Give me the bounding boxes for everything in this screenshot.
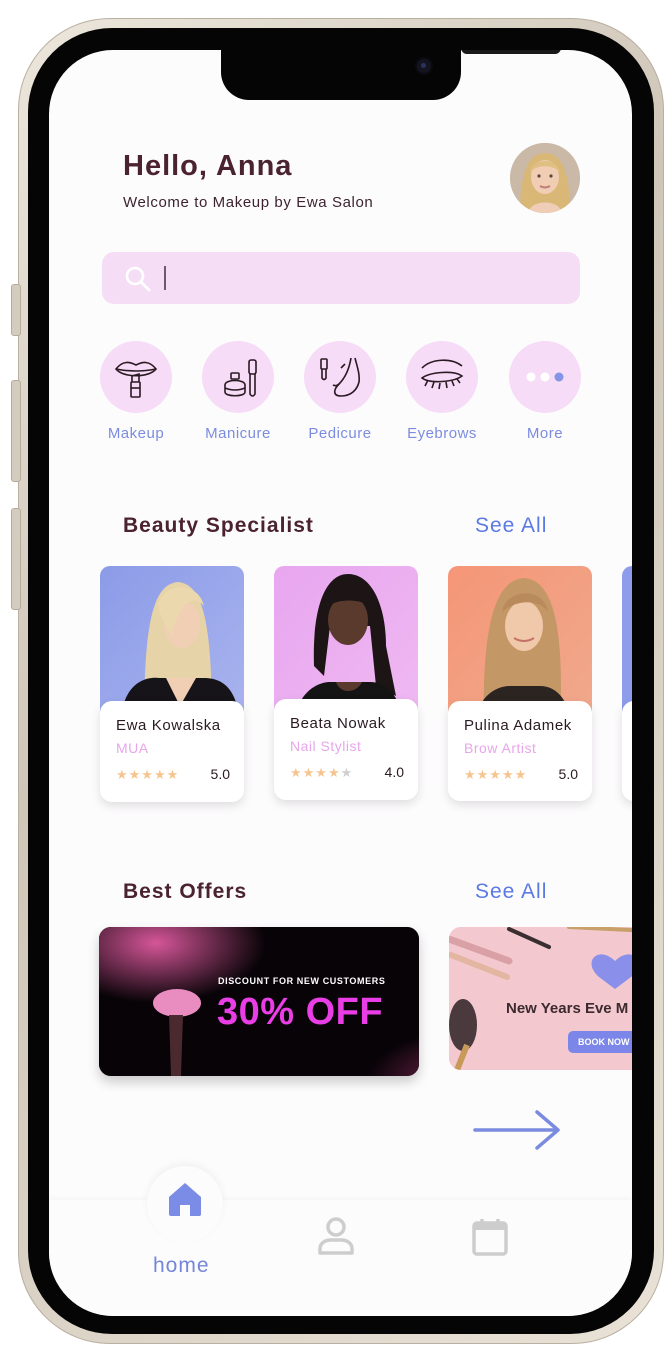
rating-value: 4.0 — [384, 764, 404, 780]
volume-down-button — [11, 508, 21, 610]
foot-icon — [320, 357, 360, 397]
section-title-offers: Best Offers — [123, 880, 248, 903]
specialist-card[interactable]: Ewa Kowalska MUA ★★★★★ 5.0 — [100, 566, 244, 802]
offer-headline: New Years Eve M — [506, 1000, 629, 1017]
specialist-role: Nail Stylist — [290, 738, 362, 754]
mute-switch — [11, 284, 21, 336]
notch — [221, 50, 561, 100]
book-now-button[interactable]: BOOK NOW — [568, 1031, 632, 1053]
camera — [417, 59, 431, 73]
see-all-offers-link[interactable]: See All — [475, 880, 547, 904]
specialist-card-partial[interactable] — [622, 566, 632, 802]
category-makeup[interactable]: Makeup — [100, 341, 172, 442]
category-manicure[interactable]: Manicure — [202, 341, 274, 442]
specialist-role: Brow Artist — [464, 740, 537, 756]
arrow-right-icon[interactable] — [473, 1108, 563, 1152]
rating-stars: ★★★★★ — [290, 765, 354, 780]
lips-lipstick-icon — [114, 361, 158, 398]
home-icon[interactable] — [166, 1180, 204, 1218]
calendar-icon[interactable] — [471, 1217, 509, 1257]
home-tab-label[interactable]: home — [153, 1254, 210, 1278]
specialist-name: Ewa Kowalska — [116, 717, 221, 734]
category-pedicure[interactable]: Pedicure — [304, 341, 376, 442]
offer-subtitle: DISCOUNT FOR NEW CUSTOMERS — [218, 976, 386, 986]
specialist-name: Pulina Adamek — [464, 717, 572, 734]
specialist-info: Beata Nowak Nail Stylist ★★★★★ 4.0 — [274, 699, 418, 800]
more-dots-icon — [526, 372, 564, 382]
user-icon[interactable] — [317, 1216, 355, 1256]
volume-up-button — [11, 380, 21, 482]
rating-value: 5.0 — [558, 766, 578, 782]
welcome-subtitle: Welcome to Makeup by Ewa Salon — [123, 194, 374, 211]
specialist-card[interactable]: Beata Nowak Nail Stylist ★★★★★ 4.0 — [274, 566, 418, 802]
specialist-info: Pulina Adamek Brow Artist ★★★★★ 5.0 — [448, 701, 592, 801]
category-label: Eyebrows — [407, 425, 477, 442]
specialist-card[interactable]: Pulina Adamek Brow Artist ★★★★★ 5.0 — [448, 566, 592, 802]
offer-card-discount[interactable]: DISCOUNT FOR NEW CUSTOMERS 30% OFF — [99, 927, 419, 1076]
see-all-specialists-link[interactable]: See All — [475, 514, 547, 538]
category-label: Makeup — [107, 425, 165, 442]
search-bar[interactable] — [102, 252, 580, 304]
specialist-info: Ewa Kowalska MUA ★★★★★ 5.0 — [100, 701, 244, 802]
app-screen: Hello, Anna Welcome to Makeup by Ewa Sal… — [49, 50, 632, 1316]
rating-stars: ★★★★★ — [116, 767, 180, 782]
category-eyebrows[interactable]: Eyebrows — [406, 341, 478, 442]
category-label: Manicure — [205, 425, 271, 442]
offer-card-new-years[interactable]: New Years Eve M BOOK NOW — [449, 927, 632, 1070]
nail-polish-icon — [224, 359, 257, 397]
search-icon — [125, 266, 151, 292]
category-label: Pedicure — [308, 425, 372, 442]
category-more[interactable]: More — [509, 341, 581, 442]
speaker — [461, 50, 561, 54]
greeting-title: Hello, Anna — [123, 150, 293, 182]
rating-stars: ★★★★★ — [464, 767, 528, 782]
section-title-specialists: Beauty Specialist — [123, 514, 314, 537]
offer-headline: 30% OFF — [217, 991, 384, 1033]
eye-lashes-icon — [420, 359, 464, 390]
category-label: More — [526, 425, 564, 442]
specialist-role: MUA — [116, 740, 149, 756]
rating-value: 5.0 — [210, 766, 230, 782]
specialist-name: Beata Nowak — [290, 715, 386, 732]
avatar[interactable] — [510, 143, 580, 213]
search-input[interactable] — [164, 266, 166, 290]
